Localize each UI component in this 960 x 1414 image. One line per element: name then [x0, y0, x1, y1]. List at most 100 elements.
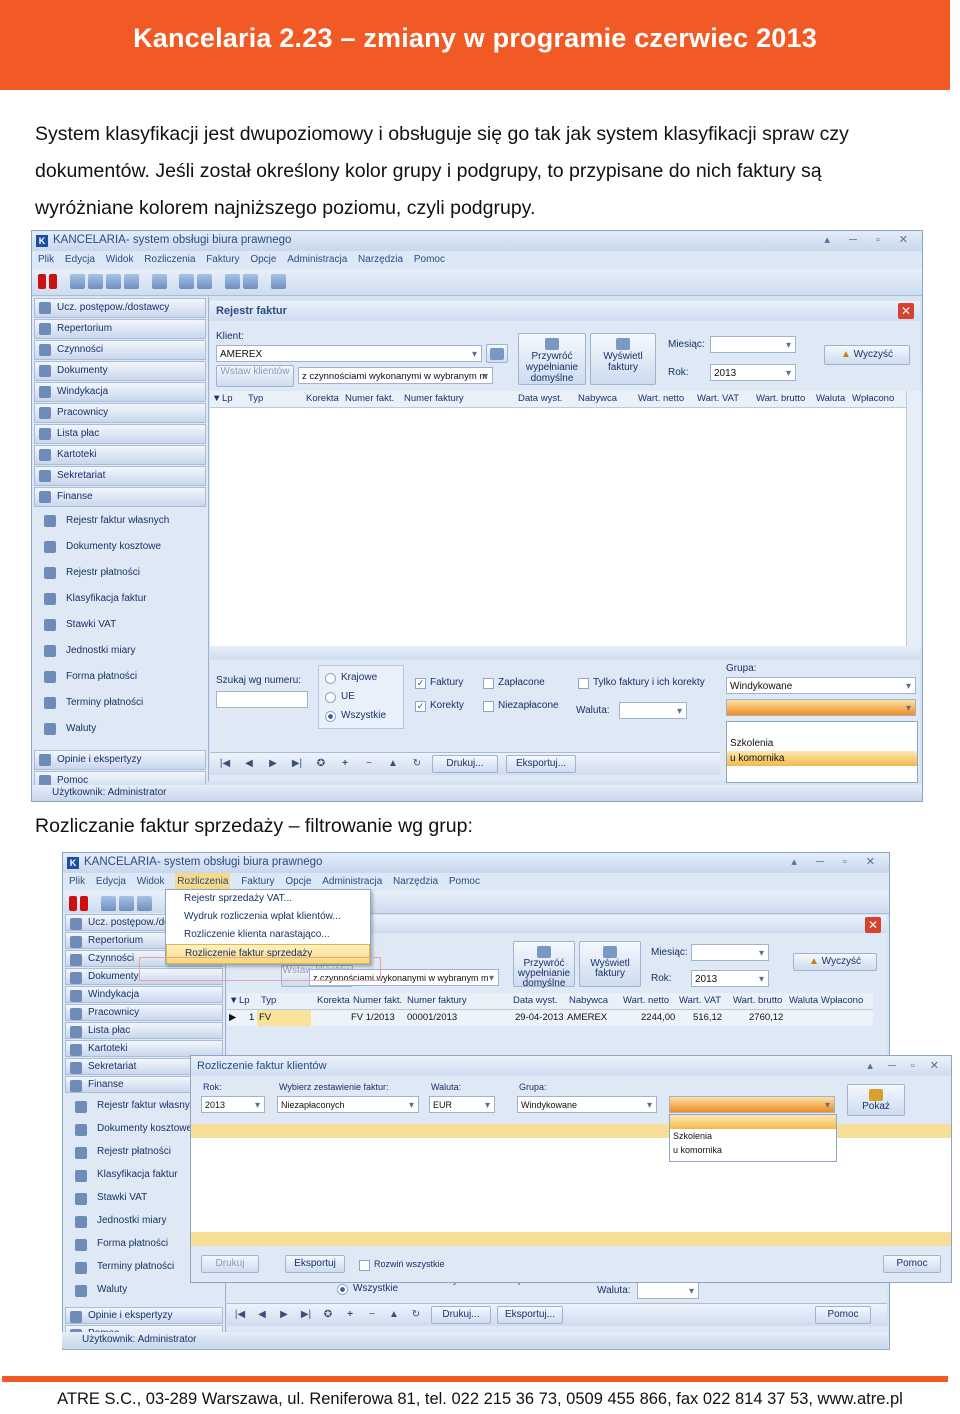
checkbox-niezaplacone[interactable]: Niezapłacone — [483, 700, 559, 712]
pokaz-button[interactable]: Pokaż — [847, 1084, 905, 1116]
col-korekta[interactable]: Korekta — [306, 391, 339, 407]
find-icon[interactable]: ✪ — [314, 757, 328, 771]
radio-krajowe[interactable]: Krajowe — [325, 672, 377, 684]
prev-record-icon[interactable]: ◀ — [255, 1308, 269, 1322]
pomoc-button[interactable]: Pomoc — [815, 1306, 871, 1324]
menu-pomoc[interactable]: Pomoc — [449, 873, 480, 891]
radio-wszystkie[interactable]: Wszystkie — [325, 710, 386, 722]
toolbar-icon[interactable] — [100, 896, 116, 911]
sidebar-module-windykacja[interactable]: Windykacja — [34, 382, 206, 402]
col-typ[interactable]: Typ — [261, 993, 276, 1009]
col-wart-netto[interactable]: Wart. netto — [638, 391, 684, 407]
menu-plik[interactable]: Plik — [69, 873, 85, 891]
checkbox-zaplacone[interactable]: Zapłacone — [483, 677, 545, 689]
col-wart-brutto[interactable]: Wart. brutto — [733, 993, 782, 1009]
result-grid[interactable] — [191, 1138, 951, 1232]
menu-plik[interactable]: Plik — [38, 251, 54, 269]
col-numer-faktury[interactable]: Numer faktury — [404, 391, 464, 407]
miesiac-select[interactable] — [691, 944, 769, 962]
close-icon[interactable]: ✕ — [865, 917, 881, 933]
sidebar-module-finanse[interactable]: Finanse — [34, 487, 206, 507]
sidebar-module-uczestnicy[interactable]: Ucz. postępow./dostawcy — [34, 298, 206, 318]
toolbar-icon[interactable] — [87, 274, 103, 289]
grid-horizontal-scrollbar[interactable] — [210, 646, 920, 660]
col-data-wyst[interactable]: Data wyst. — [518, 391, 562, 407]
checkbox-faktury[interactable]: Faktury — [415, 677, 463, 689]
sidebar-module-windykacja[interactable]: Windykacja — [65, 986, 223, 1003]
menu-edycja[interactable]: Edycja — [96, 873, 126, 891]
rok-select[interactable]: 2013 — [201, 1096, 265, 1114]
menu-faktury[interactable]: Faktury — [206, 251, 239, 269]
klient-lookup-button[interactable] — [486, 344, 508, 363]
col-wplacono[interactable]: Wpłacono — [821, 993, 863, 1009]
window-controls[interactable]: ▴ ─ ▫ ✕ — [867, 1056, 945, 1076]
grid-vertical-scrollbar[interactable] — [906, 391, 921, 646]
menu-widok[interactable]: Widok — [137, 873, 165, 891]
dropdown-option-szkolenia[interactable]: Szkolenia — [670, 1129, 836, 1143]
zestawienie-select[interactable]: Niezapłaconych — [277, 1096, 419, 1114]
menu-administracja[interactable]: Administracja — [287, 251, 347, 269]
menu-widok[interactable]: Widok — [106, 251, 134, 269]
waluta-select[interactable]: EUR — [429, 1096, 495, 1114]
sidebar-module-lista-plac[interactable]: Lista płac — [65, 1022, 223, 1039]
grupa-select[interactable]: Windykowane — [517, 1096, 657, 1114]
add-record-icon[interactable]: + — [338, 757, 352, 771]
col-wplacono[interactable]: Wpłacono — [852, 391, 894, 407]
sidebar-module-pracownicy[interactable]: Pracownicy — [34, 403, 206, 423]
menu-opcje[interactable]: Opcje — [250, 251, 276, 269]
szukaj-input[interactable] — [216, 691, 308, 708]
wyczysc-button[interactable]: ▲ Wyczyść — [793, 953, 877, 971]
spellcheck-icon[interactable] — [105, 274, 121, 289]
col-numer-faktury[interactable]: Numer faktury — [407, 993, 467, 1009]
menu-narzedzia[interactable]: Narzędzia — [393, 873, 438, 891]
toolbar-icon[interactable] — [118, 896, 134, 911]
sidebar-module-opinie[interactable]: Opinie i ekspertyzy — [34, 750, 206, 770]
last-record-icon[interactable]: ▶| — [299, 1308, 313, 1322]
drukuj-button[interactable]: Drukuj... — [431, 1306, 491, 1324]
sidebar-link-dokumenty-kosztowe[interactable]: Dokumenty kosztowe — [32, 534, 208, 560]
rok-select[interactable]: 2013 — [710, 364, 796, 382]
eksportuj-button[interactable]: Eksportuj... — [506, 755, 576, 773]
eksportuj-button[interactable]: Eksportuj... — [497, 1306, 563, 1324]
next-record-icon[interactable]: ▶ — [266, 757, 280, 771]
menu-pomoc[interactable]: Pomoc — [414, 251, 445, 269]
wyswietl-faktury-button[interactable]: Wyświetl faktury — [590, 333, 656, 385]
col-waluta[interactable]: Waluta — [816, 391, 845, 407]
col-lp[interactable]: Lp — [239, 993, 250, 1009]
sidebar-module-repertorium[interactable]: Repertorium — [34, 319, 206, 339]
scope-select[interactable]: z czynnościami wykonanymi w wybranym m — [298, 367, 493, 385]
sidebar-link-forma-platnosci[interactable]: Forma płatności — [32, 664, 208, 690]
waluta-select[interactable] — [637, 1282, 699, 1300]
toolbar-icon[interactable] — [179, 274, 195, 289]
sidebar-module-sekretariat[interactable]: Sekretariat — [34, 466, 206, 486]
menu-edycja[interactable]: Edycja — [65, 251, 95, 269]
mail-icon[interactable] — [243, 274, 259, 289]
delete-record-icon[interactable]: − — [365, 1308, 379, 1322]
first-record-icon[interactable]: |◀ — [233, 1308, 247, 1322]
sidebar-module-lista-plac[interactable]: Lista płac — [34, 424, 206, 444]
find-icon[interactable]: ✪ — [321, 1308, 335, 1322]
sidebar-module-czynnosci[interactable]: Czynności — [34, 340, 206, 360]
sidebar-link-rejestr-faktur[interactable]: Rejestr faktur własnych — [32, 508, 208, 534]
dropdown-option-u-komornika[interactable]: u komornika — [727, 751, 917, 766]
wyczysc-button[interactable]: ▲ Wyczyść — [824, 345, 910, 365]
delete-record-icon[interactable]: − — [362, 757, 376, 771]
radio-ue[interactable]: UE — [325, 691, 355, 703]
podgrupa-select[interactable] — [726, 699, 916, 717]
drukuj-button[interactable]: Drukuj... — [432, 755, 498, 773]
alert-icon[interactable] — [80, 896, 88, 911]
window-controls[interactable]: ▴ ─ ▫ ✕ — [791, 855, 883, 868]
menu-item-rozliczenie-klienta[interactable]: Rozliczenie klienta narastająco... — [166, 926, 370, 944]
dialog-drukuj-button[interactable]: Drukuj — [201, 1255, 259, 1273]
dropdown-option-u-komornika[interactable]: u komornika — [670, 1143, 836, 1157]
menu-rozliczenia[interactable]: Rozliczenia — [144, 251, 195, 269]
checkbox-tylko-faktury[interactable]: Tylko faktury i ich korekty — [578, 677, 705, 689]
toolbar-icon[interactable] — [197, 274, 213, 289]
edit-record-icon[interactable]: ▲ — [386, 757, 400, 771]
print-icon[interactable] — [225, 274, 241, 289]
miesiac-select[interactable] — [710, 336, 796, 354]
table-row[interactable]: ▶ 1 FV FV 1/2013 00001/2013 29-04-2013 A… — [227, 1010, 873, 1026]
sidebar-module-pracownicy[interactable]: Pracownicy — [65, 1004, 223, 1021]
przywroc-domyslne-button[interactable]: Przywróć wypełnianie domyślne — [518, 333, 586, 385]
wstaw-klientow-button[interactable]: Wstaw klientów — [216, 365, 294, 387]
